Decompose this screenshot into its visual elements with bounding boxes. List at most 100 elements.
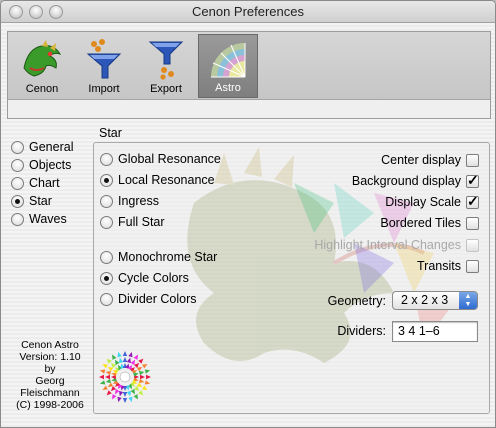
checkbox-center-display-label: Center display <box>381 153 461 167</box>
checkbox-transits-box[interactable] <box>466 259 479 273</box>
checkbox-center-display[interactable]: Center display <box>381 153 479 167</box>
option-full-star[interactable]: Full Star <box>100 215 165 229</box>
option-monochrome-star-label: Monochrome Star <box>118 250 218 264</box>
tab-export-label: Export <box>150 83 182 95</box>
radio-local-resonance[interactable] <box>100 173 113 187</box>
logo-ray <box>136 367 143 372</box>
sidebar-item-waves-label: Waves <box>29 212 67 226</box>
checkbox-center-display-box[interactable] <box>466 153 479 167</box>
radio-divider-colors[interactable] <box>100 292 113 306</box>
radio-monochrome-star[interactable] <box>100 250 113 264</box>
checkbox-bordered-tiles[interactable]: Bordered Tiles <box>380 216 479 230</box>
logo-ray <box>105 370 112 376</box>
logo-ray <box>115 359 120 366</box>
tab-cenon-label: Cenon <box>25 83 59 95</box>
radio-ingress[interactable] <box>100 194 113 208</box>
logo-ray <box>118 357 124 364</box>
sidebar-item-general[interactable]: General <box>11 140 73 154</box>
radio-general[interactable] <box>11 140 24 154</box>
logo-ray <box>144 380 151 385</box>
funnel-import-icon <box>86 39 122 79</box>
radio-full-star[interactable] <box>100 215 113 229</box>
sidebar-item-objects[interactable]: Objects <box>11 158 71 172</box>
logo-ray <box>115 388 120 395</box>
radio-star[interactable] <box>11 194 24 208</box>
logo-ray <box>102 364 108 369</box>
option-cycle-colors-label: Cycle Colors <box>118 271 189 285</box>
preferences-window: Cenon Preferences Cenon Import Export As… <box>0 0 496 428</box>
checkbox-display-scale[interactable]: Display Scale <box>385 193 479 210</box>
sidebar-item-chart[interactable]: Chart <box>11 176 60 190</box>
option-local-resonance-label: Local Resonance <box>118 173 215 187</box>
funnel-export-icon <box>148 41 184 80</box>
checkbox-bordered-tiles-box[interactable] <box>466 216 479 230</box>
window-title: Cenon Preferences <box>191 4 304 19</box>
logo-ray <box>140 374 145 380</box>
logo-ray <box>144 369 151 374</box>
option-ingress[interactable]: Ingress <box>100 194 159 208</box>
tab-import[interactable]: Import <box>74 34 134 98</box>
logo-ray <box>112 354 117 360</box>
logo-ray <box>99 380 106 385</box>
logo-ray <box>107 382 114 387</box>
tab-astro[interactable]: Astro <box>198 34 258 98</box>
logo-ray <box>128 396 133 403</box>
logo-ray <box>99 369 106 374</box>
checkbox-background-display-label: Background display <box>351 174 461 188</box>
logo-ray <box>117 351 122 358</box>
logo-ray <box>146 374 151 380</box>
checkbox-transits[interactable]: Transits <box>417 259 479 273</box>
about-line-copyright: (C) 1998-2006 <box>16 399 84 411</box>
logo-ray <box>118 390 124 397</box>
checkbox-highlight-interval-changes-box <box>466 238 479 252</box>
logo-ray <box>142 385 148 390</box>
logo-ray <box>128 351 133 358</box>
about-line-version: Version: 1.10 <box>19 351 81 363</box>
dragon-icon <box>23 40 62 77</box>
option-global-resonance[interactable]: Global Resonance <box>100 152 221 166</box>
radio-global-resonance[interactable] <box>100 152 113 166</box>
sidebar-item-waves[interactable]: Waves <box>11 212 67 226</box>
logo-ray <box>112 394 117 400</box>
sidebar-item-chart-label: Chart <box>29 176 60 190</box>
option-divider-colors[interactable]: Divider Colors <box>100 292 197 306</box>
logo-ray <box>126 357 132 364</box>
logo-ray <box>122 357 128 362</box>
logo-ray <box>138 370 145 376</box>
geometry-popup[interactable]: 2 x 2 x 3 ▲ ▼ <box>392 291 478 310</box>
checkbox-background-display-box[interactable] <box>466 172 479 189</box>
checkbox-display-scale-box[interactable] <box>466 193 479 210</box>
radio-waves[interactable] <box>11 212 24 226</box>
logo-ray <box>130 359 135 366</box>
geometry-value: 2 x 2 x 3 <box>401 293 449 307</box>
popup-arrows-icon: ▲ ▼ <box>459 292 477 309</box>
logo-ray <box>122 398 128 403</box>
about-line-product: Cenon Astro <box>21 339 79 351</box>
dividers-label: Dividers: <box>337 324 386 338</box>
preferences-toolbar: Cenon Import Export Astro <box>7 31 491 119</box>
option-monochrome-star[interactable]: Monochrome Star <box>100 250 217 264</box>
section-title: Star <box>99 126 122 140</box>
option-local-resonance[interactable]: Local Resonance <box>100 173 215 187</box>
radio-chart[interactable] <box>11 176 24 190</box>
logo-ray <box>136 382 143 387</box>
checkbox-background-display[interactable]: Background display <box>351 172 479 189</box>
radio-objects[interactable] <box>11 158 24 172</box>
logo-ray <box>122 351 128 356</box>
dividers-input[interactable]: 3 4 1–6 <box>392 321 478 342</box>
checkbox-transits-label: Transits <box>417 259 461 273</box>
logo-ray <box>105 374 110 380</box>
about-line-author-last: Fleischmann <box>20 387 80 399</box>
option-ingress-label: Ingress <box>118 194 159 208</box>
geometry-label: Geometry: <box>327 294 386 308</box>
sidebar-item-star[interactable]: Star <box>11 194 52 208</box>
radio-cycle-colors[interactable] <box>100 271 113 285</box>
tab-import-label: Import <box>88 83 120 95</box>
tab-cenon[interactable]: Cenon <box>12 34 72 98</box>
option-full-star-label: Full Star <box>118 215 165 229</box>
option-cycle-colors[interactable]: Cycle Colors <box>100 271 189 285</box>
checkbox-display-scale-label: Display Scale <box>385 195 461 209</box>
toolbar-strip: Cenon Import Export Astro <box>8 32 490 100</box>
tab-export[interactable]: Export <box>136 34 196 98</box>
logo-ray <box>126 390 132 397</box>
